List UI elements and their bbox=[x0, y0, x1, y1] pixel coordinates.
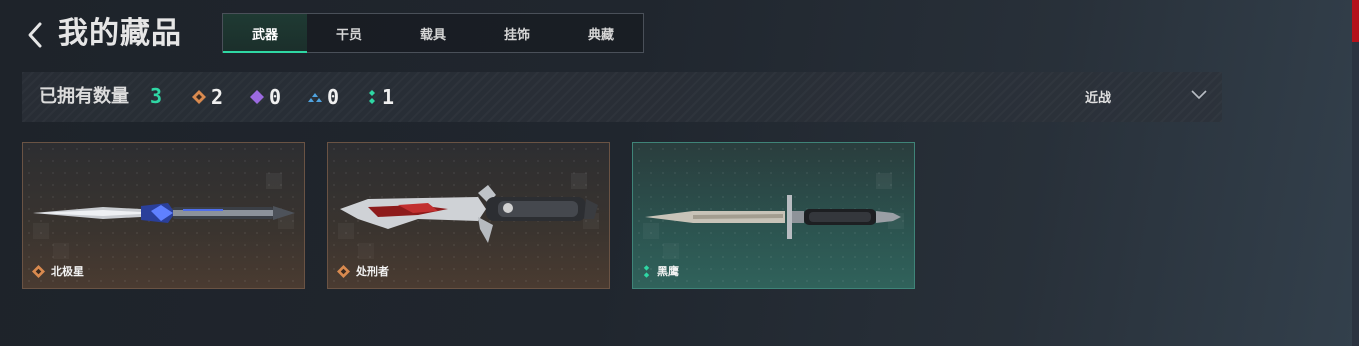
dagger-icon bbox=[33, 203, 295, 223]
rarity-count: 2 bbox=[211, 85, 224, 109]
scrollbar-thumb[interactable] bbox=[1352, 0, 1359, 42]
owned-count: 3 bbox=[150, 84, 163, 108]
item-card[interactable]: 处刑者 bbox=[327, 142, 610, 289]
page-title: 我的藏品 bbox=[58, 16, 182, 51]
teal-dots-icon bbox=[369, 90, 375, 104]
rarity-count-orange: 2 bbox=[192, 83, 223, 111]
rarity-count: 1 bbox=[382, 85, 395, 109]
blue-triangle-icon bbox=[308, 93, 322, 102]
tab-collection[interactable]: 典藏 bbox=[559, 14, 643, 52]
item-name-row: 黑鹰 bbox=[642, 263, 679, 279]
purple-diamond-icon bbox=[250, 90, 264, 104]
item-name-row: 处刑者 bbox=[337, 263, 389, 279]
rarity-count: 0 bbox=[327, 85, 340, 109]
tab-vehicles[interactable]: 载具 bbox=[391, 14, 475, 52]
summary-bar: 已拥有数量 3 2 0 0 1 近战 bbox=[22, 72, 1222, 122]
weapon-type-dropdown[interactable]: 近战 bbox=[1085, 84, 1207, 110]
bayonet-icon bbox=[645, 195, 901, 239]
rarity-count-purple: 0 bbox=[250, 83, 281, 111]
item-card[interactable]: 北极星 bbox=[22, 142, 305, 289]
orange-diamond-icon bbox=[337, 264, 350, 278]
combat-knife-icon bbox=[340, 185, 598, 243]
item-name-row: 北极星 bbox=[32, 263, 84, 279]
dropdown-selected: 近战 bbox=[1085, 91, 1112, 106]
category-tabs: 武器 干员 载具 挂饰 典藏 bbox=[222, 13, 644, 53]
item-name: 处刑者 bbox=[356, 265, 389, 278]
tab-weapons[interactable]: 武器 bbox=[223, 14, 307, 53]
tab-operators[interactable]: 干员 bbox=[307, 14, 391, 52]
item-name: 黑鹰 bbox=[657, 265, 679, 278]
orange-diamond-icon bbox=[192, 90, 206, 104]
rarity-count-teal: 1 bbox=[367, 83, 394, 111]
back-button[interactable] bbox=[24, 20, 50, 50]
owned-label: 已拥有数量 bbox=[39, 86, 129, 107]
rarity-count-blue: 0 bbox=[308, 83, 339, 111]
chevron-down-icon bbox=[1191, 90, 1207, 100]
rarity-count: 0 bbox=[269, 85, 282, 109]
chevron-left-icon bbox=[28, 22, 42, 48]
teal-dots-icon bbox=[643, 264, 650, 278]
item-card[interactable]: 黑鹰 bbox=[632, 142, 915, 289]
orange-diamond-icon bbox=[32, 264, 45, 278]
scrollbar-track[interactable] bbox=[1352, 0, 1359, 346]
item-name: 北极星 bbox=[51, 265, 84, 278]
tab-charms[interactable]: 挂饰 bbox=[475, 14, 559, 52]
